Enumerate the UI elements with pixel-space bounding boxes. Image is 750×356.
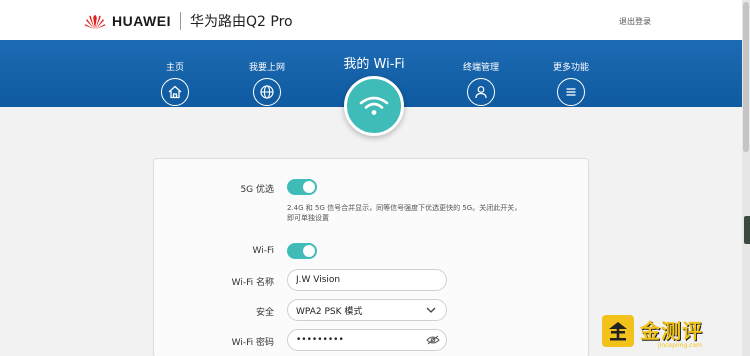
nav-item-label: 终端管理: [462, 63, 499, 73]
nav-item-my-wifi-label[interactable]: 我的 Wi-Fi: [330, 53, 418, 72]
product-name: 华为路由Q2 Pro: [190, 14, 293, 30]
wifi-settings-panel: 5G 优选 2.4G 和 5G 信号合并显示，同等信号强度下优选更快的 5G。关…: [153, 158, 589, 356]
top-header: HUAWEI 华为路由Q2 Pro 退出登录: [0, 0, 742, 40]
nav-item-internet[interactable]: 我要上网: [237, 60, 297, 106]
security-label: 安全: [255, 308, 274, 318]
chevron-down-icon: [426, 307, 436, 313]
wifi-name-input[interactable]: [296, 275, 416, 285]
brand-name: HUAWEI: [112, 13, 171, 29]
nav-item-devices[interactable]: 终端管理: [451, 60, 511, 106]
wifi-name-label: Wi-Fi 名称: [231, 278, 274, 288]
pref-5g-hint: 2.4G 和 5G 信号合并显示，同等信号强度下优选更快的 5G。关闭此开关，即…: [287, 204, 522, 222]
logout-link[interactable]: 退出登录: [619, 16, 651, 27]
wifi-password-input[interactable]: [296, 335, 416, 345]
globe-icon: [253, 78, 281, 106]
brand: HUAWEI 华为路由Q2 Pro: [84, 10, 293, 32]
wifi-name-field[interactable]: [287, 269, 447, 291]
watermark-text: 金测评: [640, 319, 703, 343]
pref-5g-label: 5G 优选: [240, 185, 274, 195]
wifi-label: Wi-Fi: [252, 246, 274, 256]
nav-item-label: 更多功能: [552, 63, 589, 73]
menu-icon: [557, 78, 585, 106]
side-tab[interactable]: [744, 216, 750, 244]
nav-item-label: 主页: [165, 63, 184, 73]
security-value: WPA2 PSK 模式: [296, 306, 363, 317]
pref-5g-toggle[interactable]: [287, 179, 317, 195]
user-icon: [467, 78, 495, 106]
scrollbar[interactable]: [742, 0, 750, 356]
eye-off-icon[interactable]: [426, 335, 440, 345]
watermark-logo-icon: [602, 315, 634, 347]
wifi-icon[interactable]: [344, 76, 404, 136]
watermark: 金测评 jincepimg.com: [596, 313, 746, 353]
nav-item-home[interactable]: 主页: [145, 60, 205, 106]
security-select[interactable]: WPA2 PSK 模式: [287, 299, 447, 321]
huawei-logo-icon: [84, 15, 106, 29]
scrollbar-thumb[interactable]: [743, 2, 749, 152]
nav-item-more[interactable]: 更多功能: [541, 60, 601, 106]
home-icon: [161, 78, 189, 106]
wifi-toggle[interactable]: [287, 243, 317, 259]
nav-item-label: 我要上网: [248, 63, 285, 73]
wifi-password-field[interactable]: [287, 329, 447, 351]
wifi-password-label: Wi-Fi 密码: [231, 338, 274, 348]
watermark-subtext: jincepimg.com: [658, 342, 702, 349]
brand-divider: [180, 12, 181, 30]
